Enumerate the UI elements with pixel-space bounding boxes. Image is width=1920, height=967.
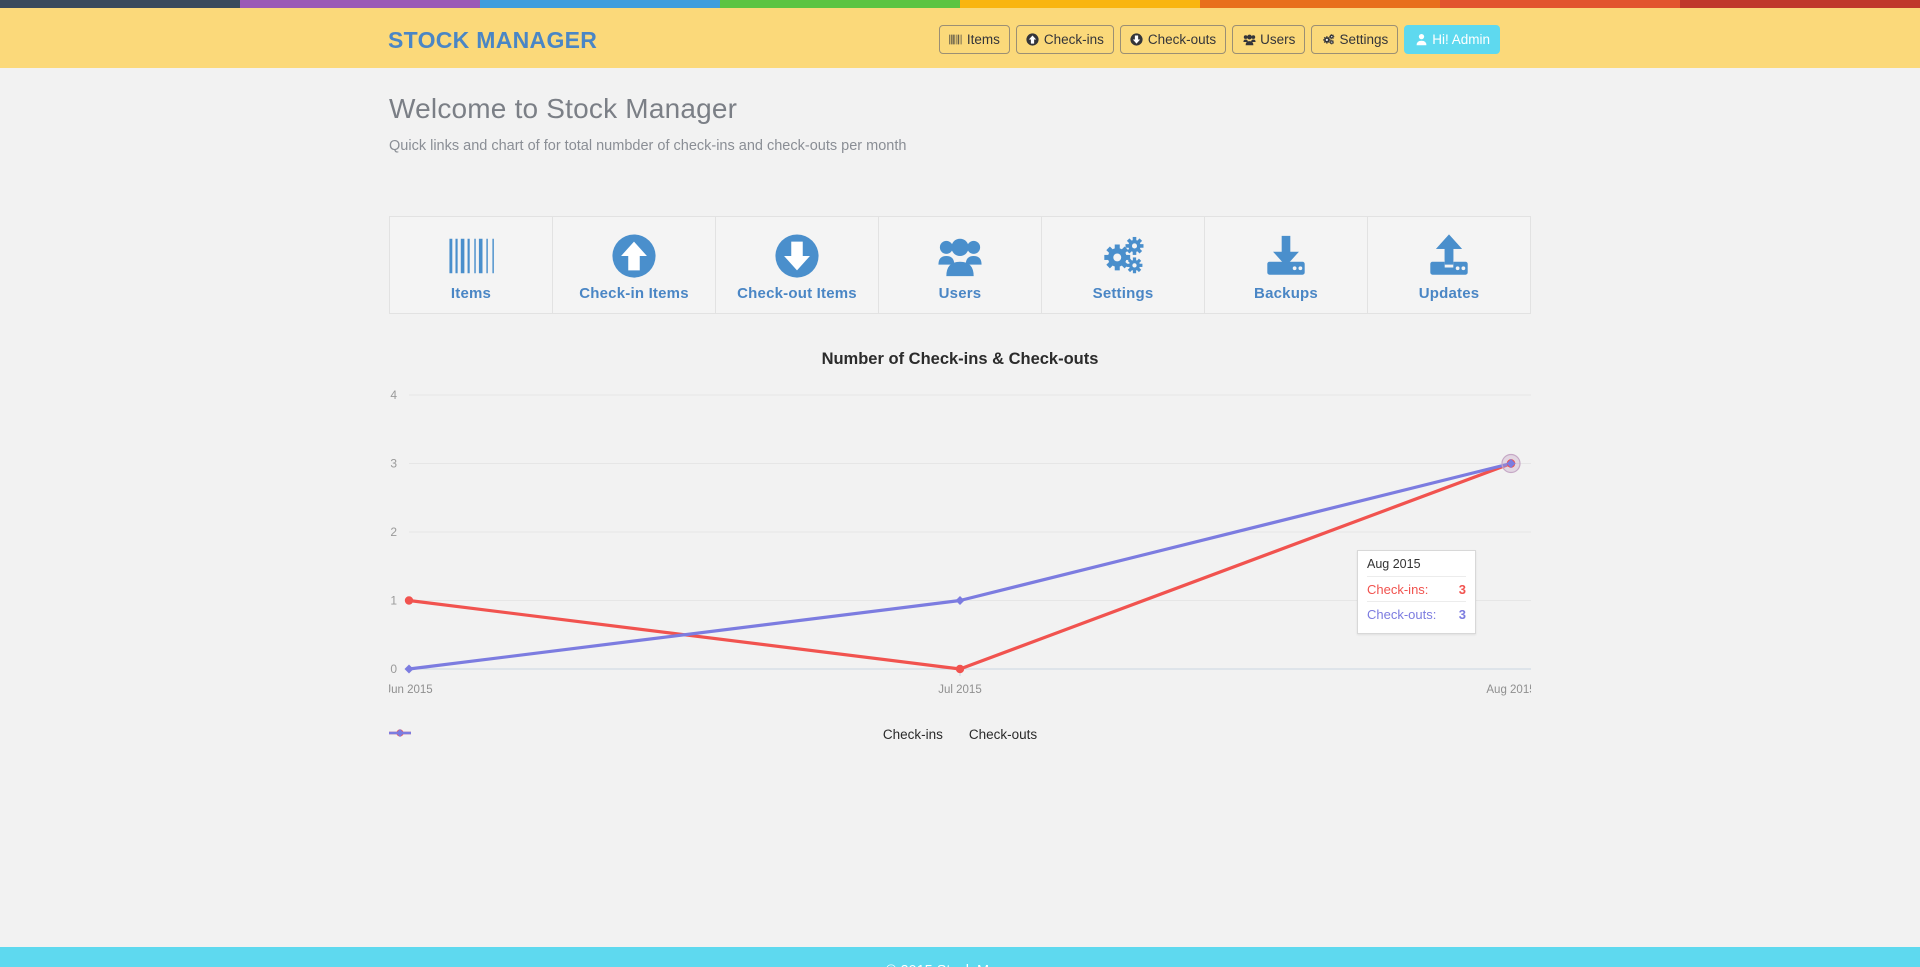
- chart-section: Number of Check-ins & Check-outs 0 1 2 3 4 Ju…: [389, 350, 1531, 750]
- nav-button-hi-admin[interactable]: Hi! Admin: [1404, 25, 1500, 54]
- nav-button-settings[interactable]: Settings: [1311, 25, 1399, 54]
- tooltip-checkins-label: Check-ins:: [1367, 582, 1429, 597]
- page-title: Welcome to Stock Manager: [389, 93, 738, 124]
- data-point[interactable]: [955, 596, 965, 605]
- nav-button-check-outs[interactable]: Check-outs: [1119, 25, 1227, 54]
- rainbow-seg-8: [1680, 0, 1920, 8]
- app-footer: © 2015 Stock Manager: [0, 947, 1920, 967]
- quick-link-label: Users: [938, 284, 982, 302]
- rainbow-seg-1: [0, 0, 240, 8]
- app-header: STOCK MANAGER Items Check-ins Check-outs Us…: [0, 8, 1920, 68]
- tooltip-row-checkouts: Check-outs: 3: [1367, 601, 1466, 626]
- quick-link-label: Backups: [1254, 284, 1318, 302]
- y-axis-tick-label: 4: [390, 388, 397, 402]
- chart-plot-area[interactable]: 0 1 2 3 4 Jun 2015 Jul 2015 Aug 2015 Aug 2015 C…: [389, 387, 1531, 742]
- legend-item-check-ins[interactable]: Check-ins: [389, 727, 943, 742]
- tooltip-row-checkins: Check-ins: 3: [1367, 576, 1466, 601]
- data-point[interactable]: [955, 664, 965, 674]
- quick-links-panel: Items Check-in Items Check-out Items Users S…: [389, 216, 1531, 314]
- quick-link-check-out-items[interactable]: Check-out Items: [716, 217, 879, 313]
- gears-icon: [1100, 233, 1146, 279]
- nav-button-users[interactable]: Users: [1232, 25, 1306, 54]
- nav-button-label: Settings: [1339, 31, 1389, 47]
- arrow-circle-up-icon: [611, 233, 657, 279]
- copyright-text: © 2015 Stock Manager: [886, 963, 1035, 967]
- arrow-circle-down-icon: [1130, 33, 1144, 47]
- arrow-circle-down-icon: [774, 233, 820, 279]
- chart-tooltip: Aug 2015 Check-ins: 3 Check-outs: 3: [1357, 550, 1476, 634]
- user-icon: [1414, 33, 1428, 47]
- brand-logo[interactable]: STOCK MANAGER: [388, 27, 597, 54]
- x-axis-tick-label: Jul 2015: [938, 684, 981, 696]
- nav-button-label: Check-outs: [1147, 31, 1217, 47]
- y-axis-tick-label: 0: [390, 662, 397, 676]
- nav-button-items[interactable]: Items: [938, 25, 1010, 54]
- welcome-section: Welcome to Stock Manager Quick links and…: [389, 93, 1531, 154]
- x-axis-tick-label: Aug 2015: [1486, 684, 1531, 696]
- quick-link-check-in-items[interactable]: Check-in Items: [553, 217, 716, 313]
- legend-label: Check-outs: [968, 727, 1038, 742]
- quick-link-label: Check-out Items: [737, 284, 857, 302]
- quick-link-items[interactable]: Items: [390, 217, 553, 313]
- quick-link-label: Items: [450, 284, 492, 302]
- arrow-circle-up-icon: [1026, 33, 1040, 47]
- quick-link-settings[interactable]: Settings: [1042, 217, 1205, 313]
- quick-link-label: Check-in Items: [579, 284, 689, 302]
- rainbow-seg-4: [720, 0, 960, 8]
- quick-link-updates[interactable]: Updates: [1368, 217, 1530, 313]
- nav-button-label: Items: [966, 31, 1000, 47]
- users-icon: [1242, 33, 1256, 47]
- nav-button-label: Check-ins: [1043, 31, 1104, 47]
- chart-title: Number of Check-ins & Check-outs: [821, 350, 1099, 368]
- quick-link-users[interactable]: Users: [879, 217, 1042, 313]
- rainbow-seg-6: [1200, 0, 1440, 8]
- barcode-icon: [949, 33, 963, 47]
- legend-item-check-outs[interactable]: Check-outs: [389, 727, 1038, 742]
- rainbow-seg-2: [240, 0, 480, 8]
- gears-icon: [1321, 33, 1335, 47]
- upload-icon: [1426, 233, 1472, 279]
- tooltip-checkins-value: 3: [1458, 582, 1466, 597]
- barcode-icon: [448, 233, 494, 279]
- tooltip-checkouts-value: 3: [1458, 607, 1466, 622]
- users-icon: [937, 233, 983, 279]
- series-line-check-ins: [407, 461, 1513, 671]
- rainbow-seg-5: [960, 0, 1200, 8]
- quick-link-label: Updates: [1418, 284, 1480, 302]
- x-axis-tick-label: Jun 2015: [389, 684, 433, 696]
- rainbow-strip: [0, 0, 1920, 8]
- series-line-check-outs: [407, 461, 1513, 671]
- chart-legend: Check-ins Check-outs: [389, 727, 1531, 742]
- page-subtitle: Quick links and chart of for total numbd…: [389, 138, 907, 154]
- y-axis-tick-label: 1: [390, 594, 397, 608]
- main-nav: Items Check-ins Check-outs Users Settings Hi!…: [938, 25, 1500, 54]
- nav-button-check-ins[interactable]: Check-ins: [1015, 25, 1114, 54]
- rainbow-seg-3: [480, 0, 720, 8]
- y-axis-tick-label: 2: [390, 525, 397, 539]
- legend-marker-cross-icon: [389, 729, 411, 737]
- data-point[interactable]: [404, 596, 414, 605]
- legend-label: Check-ins: [882, 727, 943, 742]
- page-body: Welcome to Stock Manager Quick links and…: [0, 68, 1920, 947]
- download-icon: [1263, 233, 1309, 279]
- nav-button-label: Hi! Admin: [1432, 31, 1490, 47]
- quick-link-backups[interactable]: Backups: [1205, 217, 1368, 313]
- nav-button-label: Users: [1260, 31, 1296, 47]
- y-axis-tick-label: 3: [390, 457, 397, 471]
- data-point[interactable]: [404, 664, 414, 674]
- tooltip-checkouts-label: Check-outs:: [1367, 607, 1437, 622]
- rainbow-seg-7: [1440, 0, 1680, 8]
- tooltip-title: Aug 2015: [1367, 557, 1421, 571]
- quick-link-label: Settings: [1092, 284, 1154, 302]
